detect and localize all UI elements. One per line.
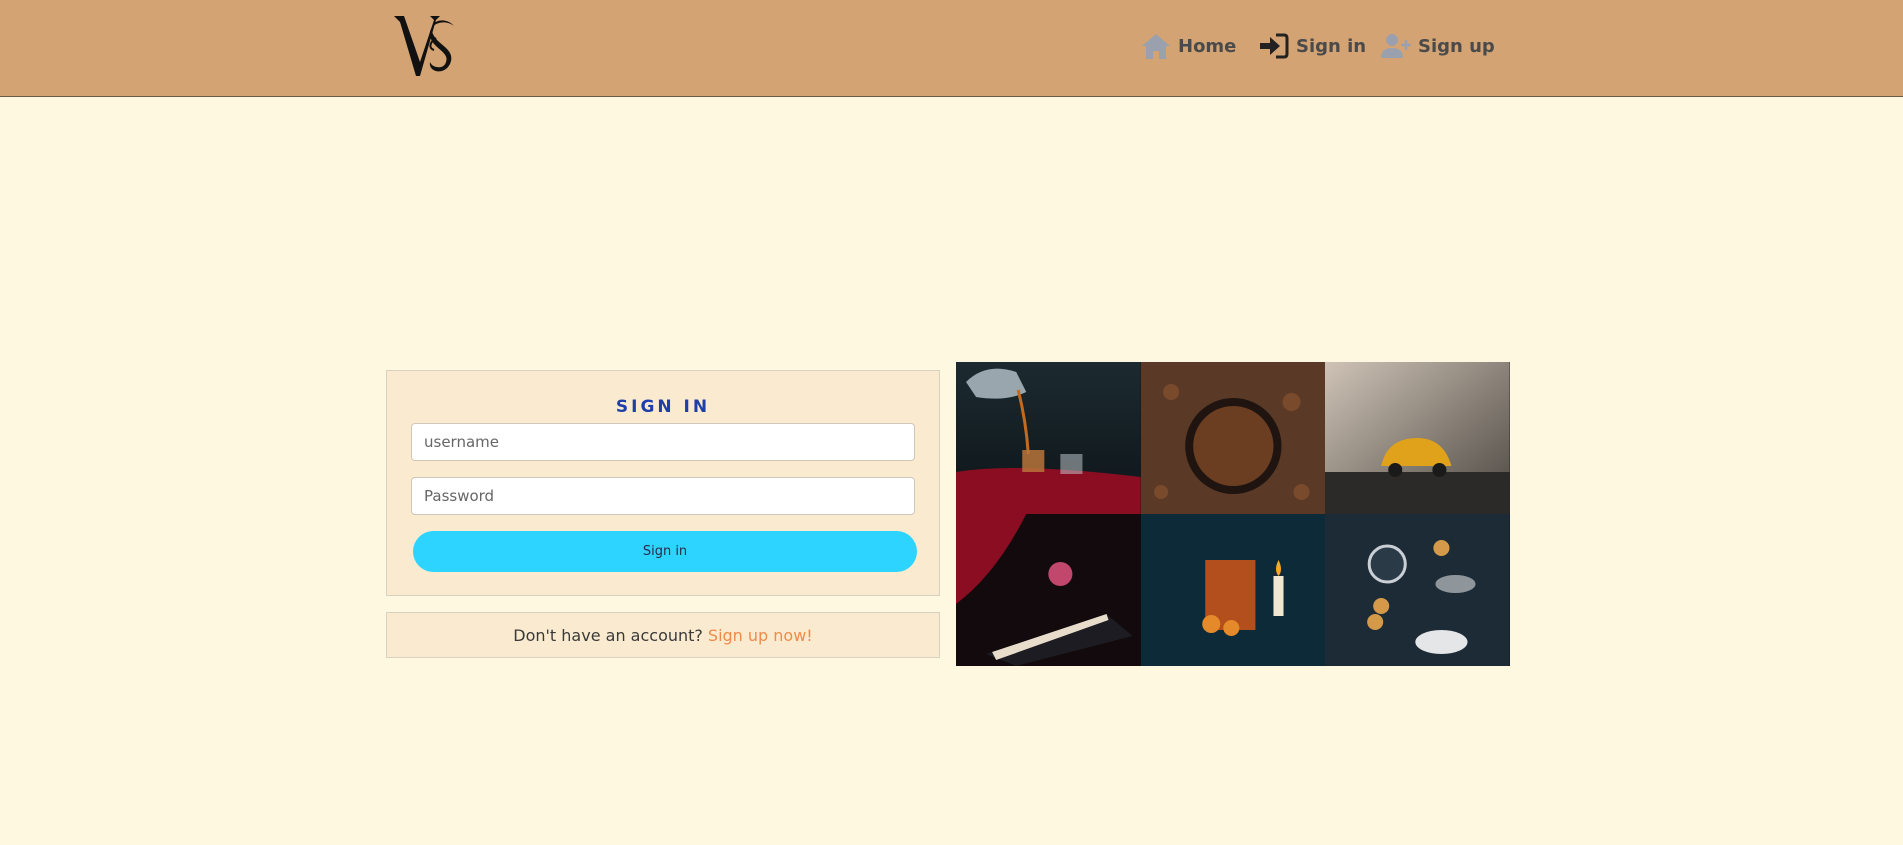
nav-home[interactable]: Home [1140, 30, 1236, 62]
signup-link[interactable]: Sign up now! [708, 626, 813, 645]
signin-title: SIGN IN [615, 397, 711, 417]
gallery-image-iced-tea [1140, 514, 1326, 666]
main-nav: Home Sign in Sign up [0, 30, 1903, 62]
nav-signin[interactable]: Sign in [1258, 30, 1366, 62]
password-input[interactable] [411, 477, 915, 515]
top-navbar: Home Sign in Sign up [0, 0, 1903, 97]
gallery-image-toy-car [1325, 362, 1510, 514]
home-icon [1140, 31, 1172, 61]
user-plus-icon [1380, 31, 1412, 61]
signup-prompt-text: Don't have an account? [513, 625, 703, 645]
signup-prompt-box: Don't have an account? Sign up now! [386, 612, 940, 658]
gallery-image-rose-book [956, 514, 1141, 666]
nav-signin-label: Sign in [1296, 35, 1367, 57]
gallery-image-teapot [956, 362, 1141, 514]
nav-signup[interactable]: Sign up [1380, 30, 1495, 62]
gallery-image-coffee-beans [1140, 362, 1326, 514]
nav-home-label: Home [1178, 35, 1237, 57]
nav-signup-label: Sign up [1418, 35, 1495, 57]
username-input[interactable] [411, 423, 915, 461]
signin-card: SIGN IN Sign in [386, 370, 940, 596]
sign-in-icon [1258, 31, 1290, 61]
signin-button[interactable]: Sign in [413, 531, 917, 572]
gallery-image-clock-cookies [1325, 514, 1510, 666]
photo-gallery [956, 362, 1510, 666]
